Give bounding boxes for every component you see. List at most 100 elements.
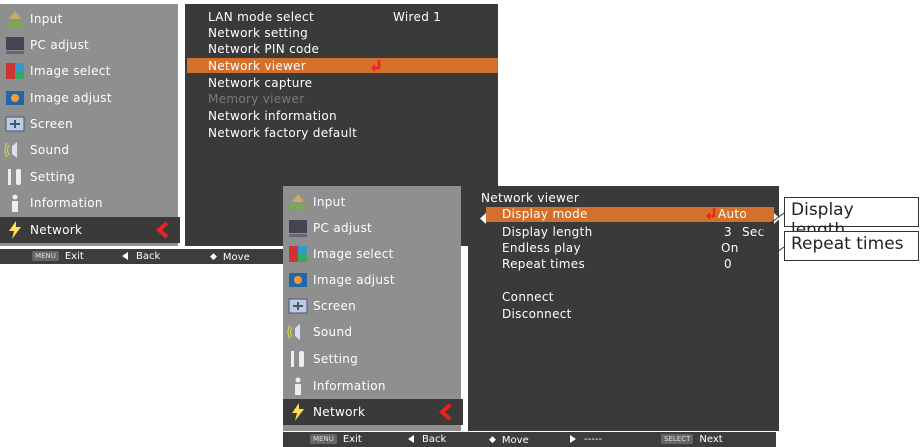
enter-arrow-icon bbox=[370, 59, 382, 76]
information-icon bbox=[4, 193, 26, 213]
display-mode-value: Auto bbox=[718, 207, 748, 221]
footer-back[interactable]: Back bbox=[408, 433, 446, 447]
up-down-arrow-icon: ◆ bbox=[489, 435, 496, 445]
menu-item-information[interactable]: Information bbox=[283, 373, 461, 399]
row-endless-play[interactable]: Endless play On bbox=[502, 240, 772, 256]
submenu-item-network-pin[interactable]: Network PIN code bbox=[208, 41, 319, 57]
information-icon bbox=[287, 376, 309, 396]
footer-move[interactable]: ◆ Move bbox=[210, 250, 250, 265]
menu-item-label: PC adjust bbox=[313, 221, 372, 235]
menu-item-input[interactable]: Input bbox=[0, 6, 178, 32]
callout-display-length: Display length bbox=[784, 197, 919, 240]
display-length-value: 3 bbox=[724, 225, 732, 239]
sound-icon bbox=[287, 322, 309, 342]
left-arrow-icon bbox=[408, 435, 414, 443]
footer-forward[interactable]: ----- bbox=[570, 433, 602, 447]
left-pointer-icon bbox=[480, 209, 486, 228]
menu-item-image-select[interactable]: Image select bbox=[0, 58, 178, 84]
menu-key-icon: MENU bbox=[310, 434, 337, 444]
menu-item-image-adjust[interactable]: Image adjust bbox=[283, 267, 461, 293]
menu-item-pc-adjust[interactable]: PC adjust bbox=[0, 32, 178, 58]
row-connect[interactable]: Connect bbox=[502, 289, 554, 305]
screen-icon bbox=[287, 296, 309, 316]
menu-item-label: Sound bbox=[313, 325, 353, 339]
footer-exit[interactable]: MENU Exit bbox=[32, 250, 84, 264]
menu-item-label: Screen bbox=[313, 299, 357, 313]
submenu-item-lan-mode[interactable]: LAN mode select Wired 1 bbox=[208, 9, 468, 25]
menu-item-image-select[interactable]: Image select bbox=[283, 241, 461, 267]
selected-arrow-icon bbox=[438, 403, 452, 424]
menu-item-setting[interactable]: Setting bbox=[283, 346, 461, 372]
input-icon bbox=[4, 9, 26, 29]
image-select-icon bbox=[287, 244, 309, 264]
submenu-item-network-setting[interactable]: Network setting bbox=[208, 25, 308, 41]
menu-key-icon: MENU bbox=[32, 251, 59, 261]
menu2-footer: MENU Exit Back ◆ Move ----- SELECT Next bbox=[283, 432, 776, 447]
image-select-icon bbox=[4, 61, 26, 81]
submenu-title: Network viewer bbox=[481, 191, 580, 205]
menu-item-screen[interactable]: Screen bbox=[283, 293, 461, 319]
menu-item-network[interactable]: Network bbox=[0, 217, 180, 243]
screen-icon bbox=[4, 114, 26, 134]
menu-item-label: Information bbox=[30, 196, 103, 210]
menu-window-network-viewer: Input PC adjust Image select Image adjus… bbox=[283, 182, 780, 447]
menu-item-pc-adjust[interactable]: PC adjust bbox=[283, 215, 461, 241]
image-adjust-icon bbox=[4, 88, 26, 108]
menu1-footer: MENU Exit Back ◆ Move bbox=[0, 249, 290, 264]
row-display-length[interactable]: Display length 3 Sec bbox=[502, 224, 772, 240]
menu-item-label: Image adjust bbox=[30, 91, 112, 105]
image-adjust-icon bbox=[287, 270, 309, 290]
menu-item-label: PC adjust bbox=[30, 38, 89, 52]
menu-item-network[interactable]: Network bbox=[283, 399, 463, 425]
menu-item-label: Setting bbox=[30, 170, 76, 184]
menu-item-label: Input bbox=[30, 12, 63, 26]
row-display-mode[interactable]: Display mode Auto bbox=[502, 206, 772, 222]
enter-arrow-icon bbox=[705, 207, 717, 224]
menu-item-label: Image adjust bbox=[313, 273, 395, 287]
footer-next[interactable]: SELECT Next bbox=[661, 433, 723, 447]
pc-adjust-icon bbox=[287, 218, 309, 238]
menu-item-label: Screen bbox=[30, 117, 74, 131]
right-arrow-icon bbox=[570, 435, 576, 443]
menu-item-sound[interactable]: Sound bbox=[0, 137, 178, 163]
row-repeat-times[interactable]: Repeat times 0 bbox=[502, 256, 772, 272]
network-icon bbox=[4, 220, 26, 240]
menu-item-label: Sound bbox=[30, 143, 70, 157]
setting-icon bbox=[287, 349, 309, 369]
sound-icon bbox=[4, 140, 26, 160]
pc-adjust-icon bbox=[4, 35, 26, 55]
menu-item-information[interactable]: Information bbox=[0, 190, 178, 216]
network-icon bbox=[287, 402, 309, 422]
menu-item-label: Image select bbox=[313, 247, 394, 261]
input-icon bbox=[287, 192, 309, 212]
up-down-arrow-icon: ◆ bbox=[210, 252, 217, 262]
select-key-icon: SELECT bbox=[661, 434, 694, 444]
row-disconnect[interactable]: Disconnect bbox=[502, 306, 572, 322]
menu-item-setting[interactable]: Setting bbox=[0, 164, 178, 190]
footer-move[interactable]: ◆ Move bbox=[489, 433, 529, 447]
submenu-item-memory-viewer: Memory viewer bbox=[208, 92, 305, 106]
menu-item-label: Information bbox=[313, 379, 386, 393]
left-arrow-icon bbox=[122, 252, 128, 260]
menu-item-input[interactable]: Input bbox=[283, 189, 461, 215]
menu-item-label: Setting bbox=[313, 352, 359, 366]
submenu-item-network-viewer[interactable]: Network viewer bbox=[208, 58, 408, 74]
submenu-item-network-information[interactable]: Network information bbox=[208, 108, 337, 124]
menu-item-label: Network bbox=[313, 405, 366, 419]
selected-arrow-icon bbox=[155, 221, 169, 242]
submenu-item-network-capture[interactable]: Network capture bbox=[208, 75, 312, 91]
footer-exit[interactable]: MENU Exit bbox=[310, 433, 362, 447]
menu-item-sound[interactable]: Sound bbox=[283, 319, 461, 345]
menu-item-label: Input bbox=[313, 195, 346, 209]
lan-mode-value: Wired 1 bbox=[393, 10, 442, 24]
submenu-item-network-factory-default[interactable]: Network factory default bbox=[208, 125, 357, 141]
repeat-times-value: 0 bbox=[724, 257, 732, 271]
setting-icon bbox=[4, 167, 26, 187]
display-length-unit: Sec bbox=[742, 225, 765, 239]
menu-item-label: Image select bbox=[30, 64, 111, 78]
menu-item-screen[interactable]: Screen bbox=[0, 111, 178, 137]
callout-repeat-times: Repeat times bbox=[784, 231, 919, 261]
footer-back[interactable]: Back bbox=[122, 250, 160, 264]
menu-item-image-adjust[interactable]: Image adjust bbox=[0, 85, 178, 111]
right-pointer-icon bbox=[774, 209, 780, 228]
